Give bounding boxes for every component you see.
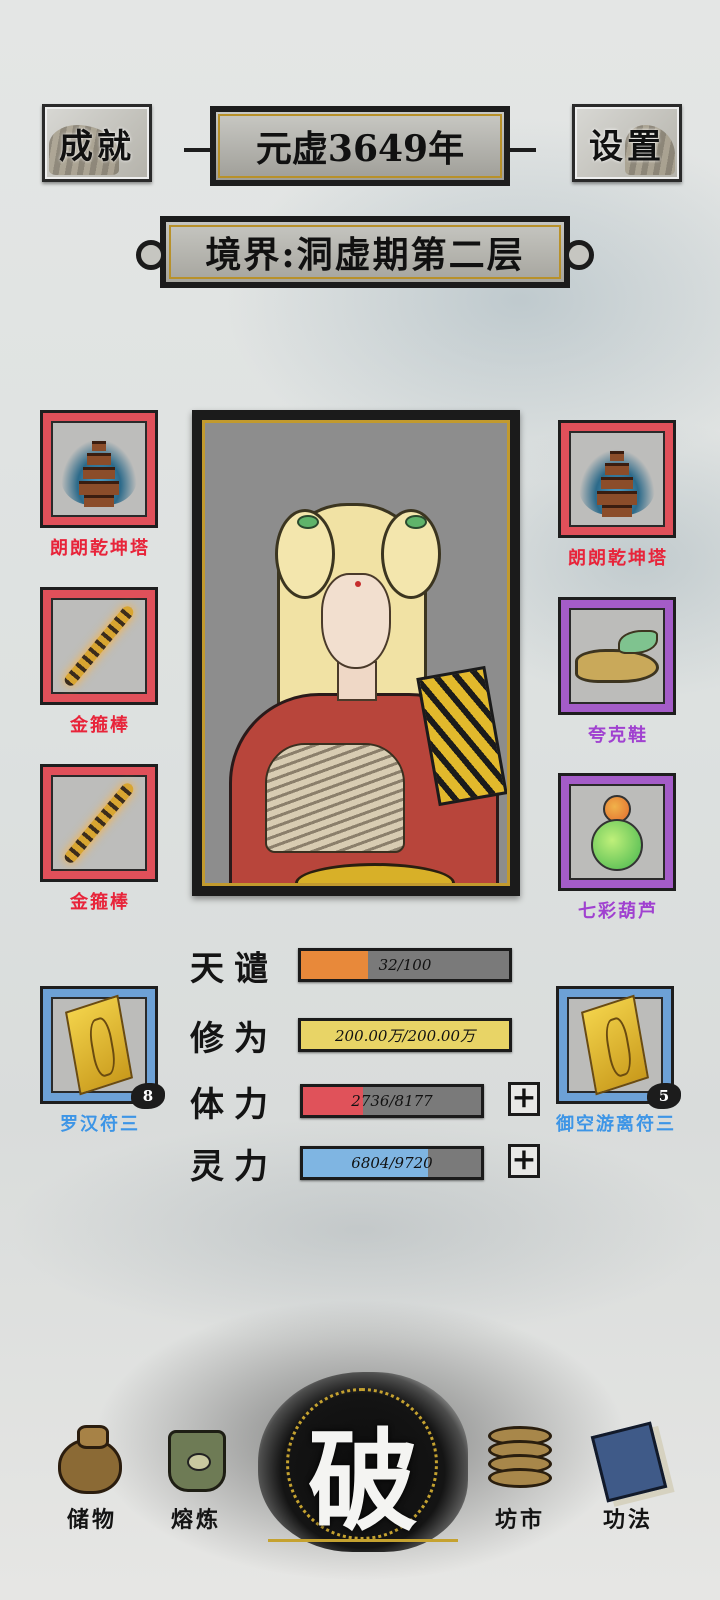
realm-label: 境界:洞虚期第二层 [205, 234, 525, 276]
nav-storage-label: 储物 [66, 1507, 117, 1533]
nav-market[interactable]: 坊市 [470, 1420, 570, 1534]
stat-stamina: 体力 2736/8177 [190, 1082, 484, 1125]
scroll-curl-right [564, 240, 594, 270]
stat-cultivation: 修为 200.00万/200.00万 [190, 1016, 512, 1059]
stamina-bar: 2736/8177 [300, 1084, 484, 1118]
stat-spirit: 灵力 6804/9720 [190, 1144, 484, 1187]
stat-value: 2736/8177 [351, 1092, 433, 1110]
consumable-slot-right[interactable]: 5 御空游离符三 [556, 986, 681, 1136]
item-name: 罗汉符三 [60, 1114, 140, 1135]
item-name: 夸克鞋 [588, 725, 648, 746]
add-stamina-button[interactable]: + [508, 1082, 540, 1116]
stat-value: 200.00万/200.00万 [334, 1026, 476, 1045]
stat-label: 体力 [190, 1084, 278, 1125]
equip-slot-left-1[interactable]: 朗朗乾坤塔 [40, 410, 160, 560]
add-spirit-button[interactable]: + [508, 1144, 540, 1178]
nav-techniques-label: 功法 [602, 1507, 653, 1533]
equip-slot-left-3[interactable]: 金箍棒 [40, 764, 160, 914]
pouch-icon [58, 1425, 122, 1494]
nav-smelting-label: 熔炼 [170, 1507, 221, 1533]
item-name: 御空游离符三 [556, 1114, 676, 1135]
stat-karma: 天谴 32/100 [190, 946, 512, 989]
equip-slot-right-2[interactable]: 夸克鞋 [558, 597, 678, 747]
gourd-icon [587, 787, 647, 877]
settings-button[interactable]: 设置 [572, 104, 682, 182]
talisman-icon [581, 994, 649, 1096]
nav-storage[interactable]: 储物 [42, 1420, 142, 1534]
item-name: 七彩葫芦 [578, 901, 658, 922]
achievements-button[interactable]: 成就 [42, 104, 152, 182]
spirit-bar: 6804/9720 [300, 1146, 484, 1180]
coins-icon [488, 1426, 552, 1496]
golden-rod-icon [62, 603, 136, 689]
item-name: 金箍棒 [70, 892, 130, 913]
book-icon [590, 1421, 668, 1503]
scroll-curl-left [136, 240, 166, 270]
karma-bar: 32/100 [298, 948, 512, 982]
equip-slot-left-2[interactable]: 金箍棒 [40, 587, 160, 737]
stat-label: 灵力 [190, 1146, 278, 1187]
nav-market-label: 坊市 [494, 1507, 545, 1533]
character-portrait[interactable] [192, 410, 520, 896]
item-name: 朗朗乾坤塔 [568, 548, 668, 569]
talisman-icon [65, 994, 133, 1096]
cauldron-icon [168, 1430, 226, 1492]
year-plate: 元虚3649年 [184, 106, 536, 186]
cultivation-bar: 200.00万/200.00万 [298, 1018, 512, 1052]
year-label: 元虚3649年 [255, 128, 465, 170]
equip-slot-right-1[interactable]: 朗朗乾坤塔 [558, 420, 678, 570]
item-count-badge: 5 [647, 1083, 681, 1109]
realm-plate: 境界:洞虚期第二层 [136, 216, 594, 288]
stat-label: 天谴 [190, 948, 278, 989]
pagoda-icon [579, 439, 655, 519]
item-name: 金箍棒 [70, 715, 130, 736]
golden-rod-icon [62, 780, 136, 866]
breakthrough-button[interactable]: 破 [248, 1352, 478, 1570]
consumable-slot-left[interactable]: 8 罗汉符三 [40, 986, 165, 1136]
equip-slot-right-3[interactable]: 七彩葫芦 [558, 773, 678, 923]
shoe-icon [575, 630, 659, 683]
settings-label: 设置 [589, 126, 665, 167]
stat-value: 32/100 [378, 956, 432, 974]
nav-techniques[interactable]: 功法 [578, 1420, 678, 1534]
stat-label: 修为 [190, 1018, 278, 1059]
nav-smelting[interactable]: 熔炼 [146, 1420, 246, 1534]
character-face [321, 573, 391, 669]
item-name: 朗朗乾坤塔 [50, 538, 150, 559]
pagoda-icon [61, 429, 137, 509]
item-count-badge: 8 [131, 1083, 165, 1109]
stat-value: 6804/9720 [351, 1154, 433, 1172]
achievements-label: 成就 [59, 126, 135, 167]
